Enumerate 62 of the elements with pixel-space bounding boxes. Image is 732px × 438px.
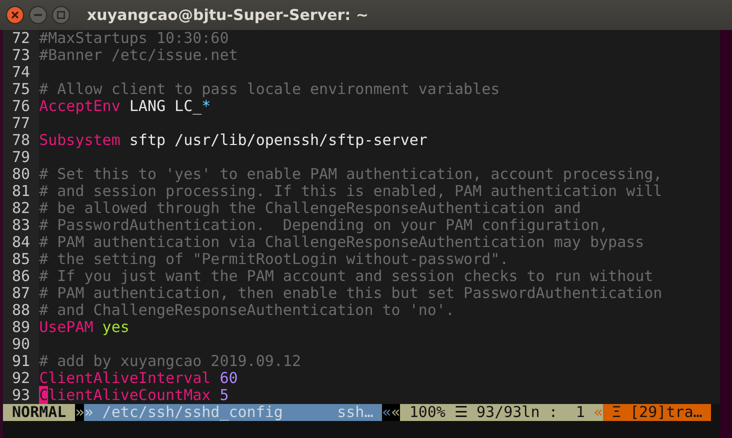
- code-comment: # Set this to 'yes' to enable PAM authentication, account processing,: [39, 165, 662, 183]
- line-number: 93: [3, 387, 40, 404]
- code-keyword: lientAliveCountMax: [48, 386, 211, 404]
- line-number: 85: [3, 251, 40, 268]
- line-number: 81: [3, 183, 40, 200]
- code-comment: # If you just want the PAM account and session checks to run without: [39, 267, 654, 285]
- code-keyword: AcceptEnv: [39, 97, 120, 115]
- code-comment: # PAM authentication, then enable this but set PasswordAuthentication: [39, 284, 662, 302]
- line-number: 89: [3, 319, 40, 336]
- file-path: » /etc/ssh/sshd_config: [84, 404, 338, 421]
- line-number: 77: [3, 115, 40, 132]
- line-number: 75: [3, 81, 40, 98]
- code-keyword: UsePAM: [39, 318, 94, 336]
- code-value: yes: [102, 318, 130, 336]
- code-comment: #MaxStartups 10:30:60: [39, 29, 229, 47]
- line-number: 92: [3, 370, 40, 387]
- code-comment: # and session processing. If this is enabled, PAM authentication will: [39, 182, 662, 200]
- line-number: 76: [3, 98, 40, 115]
- maximize-icon: [57, 11, 65, 19]
- code-comment: # the setting of "PermitRootLogin without-password".: [39, 250, 509, 268]
- line-number: 91: [3, 353, 40, 370]
- separator-glyph: »: [75, 404, 84, 421]
- code-comment: # Allow client to pass locale environment variables: [39, 80, 500, 98]
- code-comment: # add by xuyangcao 2019.09.12: [39, 352, 301, 370]
- code-number: 60: [218, 369, 238, 387]
- file-type: ssh…: [337, 404, 382, 421]
- line-number: 84: [3, 234, 40, 251]
- line-number: 72: [3, 30, 40, 47]
- close-icon: [11, 11, 19, 19]
- separator-glyph: «: [382, 404, 392, 421]
- code-number: 5: [218, 386, 229, 404]
- code-comment: # PasswordAuthentication. Depending on your PAM configuration,: [39, 216, 608, 234]
- line-number: 83: [3, 217, 40, 234]
- code-comment: #Banner /etc/issue.net: [39, 46, 238, 64]
- line-number: 79: [3, 149, 40, 166]
- line-number: 73: [3, 47, 40, 64]
- window-title: xuyangcao@bjtu-Super-Server: ~: [87, 6, 368, 24]
- text-cursor: C: [39, 386, 48, 404]
- line-number: 78: [3, 132, 40, 149]
- line-number: 87: [3, 285, 40, 302]
- code-symbol: *: [202, 97, 211, 115]
- code-text: sftp /usr/lib/openssh/sftp-server: [128, 131, 428, 149]
- minimize-icon: [34, 14, 42, 16]
- line-number: 86: [3, 268, 40, 285]
- code-comment: # PAM authentication via ChallengeResponseAuthentication may bypass: [39, 233, 644, 251]
- close-button[interactable]: [6, 6, 24, 24]
- line-number: 88: [3, 302, 40, 319]
- code-text: LANG LC_: [128, 97, 202, 115]
- mode-indicator: NORMAL: [3, 404, 76, 421]
- line-number: 82: [3, 200, 40, 217]
- cursor-position: 100% ☰ 93/93ln : 1: [400, 404, 594, 421]
- code-keyword: ClientAliveInterval: [39, 369, 211, 387]
- code-keyword: Subsystem: [39, 131, 120, 149]
- line-number: 74: [3, 64, 40, 81]
- minimize-button[interactable]: [29, 6, 47, 24]
- code-comment: # be allowed through the ChallengeResponseAuthentication and: [39, 199, 581, 217]
- warning-indicator: Ξ [29]tra…: [602, 404, 712, 421]
- code-comment: # and ChallengeResponseAuthentication to 'no'.: [39, 301, 455, 319]
- maximize-button[interactable]: [52, 6, 70, 24]
- line-number: 80: [3, 166, 40, 183]
- separator-glyph: «: [391, 404, 400, 421]
- line-number: 90: [3, 336, 40, 353]
